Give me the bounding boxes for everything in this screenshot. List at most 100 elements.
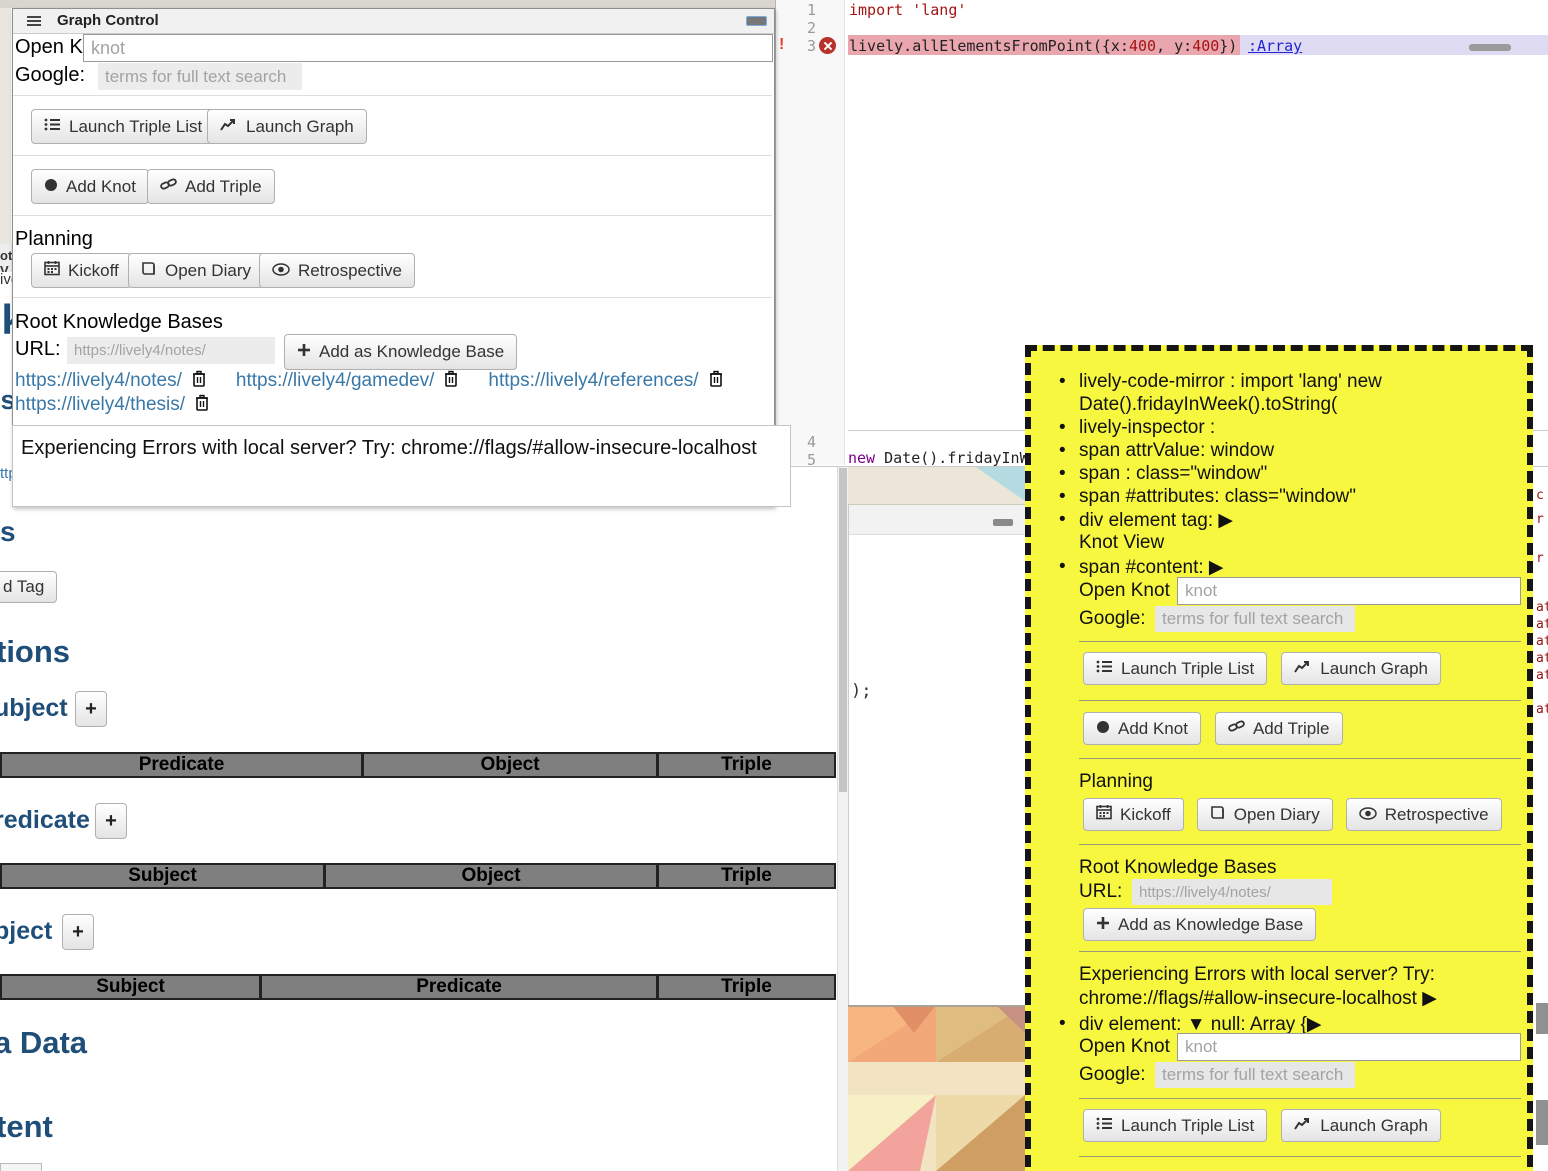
error-icon (819, 37, 836, 54)
heading-predicate: redicate (0, 806, 90, 835)
heading-object: bject (0, 917, 52, 946)
table-header-cell: Predicate (0, 752, 363, 778)
url-input[interactable] (1132, 879, 1332, 905)
annotation-array[interactable]: :Array (1248, 37, 1302, 56)
open-knot-label: Open Knot (1079, 1036, 1170, 1058)
window-titlebar[interactable]: Graph Control (13, 9, 774, 34)
line-number: 5 (792, 451, 816, 469)
probe-overlay: • lively-code-mirror : import 'lang' new… (1025, 345, 1533, 1171)
open-knot-input[interactable] (1177, 1033, 1521, 1061)
add-object-button[interactable]: + (62, 914, 94, 950)
add-knowledge-base-button[interactable]: Add as Knowledge Base (1083, 908, 1316, 941)
google-search-input[interactable] (1155, 606, 1355, 632)
button-sliver (0, 1163, 42, 1171)
probe-error-line1: Experiencing Errors with local server? T… (1079, 964, 1435, 986)
retrospective-button[interactable]: Retrospective (259, 253, 415, 288)
launch-triple-list-button[interactable]: Launch Triple List (1083, 652, 1267, 685)
trash-icon[interactable] (709, 370, 723, 392)
open-knot-input[interactable] (1177, 577, 1521, 605)
kickoff-button[interactable]: Kickoff (1083, 798, 1184, 831)
bullet-icon: • (1059, 1013, 1066, 1035)
book-icon (1210, 805, 1226, 825)
open-knot-input[interactable] (83, 34, 773, 62)
minimize-button-lower[interactable] (993, 519, 1013, 526)
divider (1079, 1098, 1521, 1099)
knowledge-base-link[interactable]: https://lively4/notes/ (15, 370, 182, 392)
table-header-cell: Triple (658, 752, 836, 778)
minimize-button[interactable] (746, 16, 767, 26)
clipped-code-fragment: at (1536, 600, 1548, 615)
knowledge-base-link[interactable]: https://lively4/gamedev/ (236, 370, 435, 392)
add-knot-button[interactable]: Add Knot (31, 169, 149, 204)
open-diary-button[interactable]: Open Diary (128, 253, 264, 288)
knowledge-base-link[interactable]: https://lively4/references/ (488, 370, 698, 392)
right-scrollbar-thumb-1[interactable] (1536, 1003, 1548, 1034)
probe-line-code-mirror: lively-code-mirror : import 'lang' new (1079, 371, 1382, 393)
right-scrollbar-thumb-2[interactable] (1536, 1100, 1548, 1145)
trash-icon[interactable] (192, 370, 206, 392)
clipped-code-fragment: at (1536, 702, 1548, 717)
google-label: Google: (1079, 1064, 1146, 1086)
probe-error-line2[interactable]: chrome://flags/#allow-insecure-localhost… (1079, 987, 1437, 1010)
launch-triple-list-button[interactable]: Launch Triple List (1083, 1109, 1267, 1142)
divider (1079, 951, 1521, 952)
chart-line-icon (1294, 1116, 1312, 1136)
google-label: Google: (15, 64, 85, 87)
add-knowledge-base-button[interactable]: Add as Knowledge Base (284, 334, 517, 370)
divider (13, 215, 772, 216)
circle-icon (44, 177, 58, 197)
bullet-icon: • (1059, 463, 1066, 485)
calendar-icon (1096, 804, 1112, 825)
table-header-cell: Subject (0, 863, 325, 889)
add-subject-button[interactable]: + (75, 691, 107, 727)
page-fragment-s2: s (0, 516, 16, 548)
divider (1079, 641, 1521, 642)
code-line-1[interactable]: import 'lang' (849, 1, 966, 20)
clipped-code-fragment: c (1536, 488, 1544, 503)
planning-heading: Planning (1079, 771, 1153, 793)
triple-table-header: SubjectPredicateTriple (0, 974, 836, 1000)
launch-triple-list-button[interactable]: Launch Triple List (31, 109, 215, 144)
trash-icon[interactable] (444, 370, 458, 392)
mosaic-image (848, 1005, 1025, 1171)
heading-subject: ubject (0, 694, 68, 723)
annotation-scrollbar[interactable] (1469, 44, 1511, 51)
divider (1079, 700, 1521, 701)
divider (13, 155, 772, 156)
launch-graph-button[interactable]: Launch Graph (207, 109, 367, 144)
retrospective-button[interactable]: Retrospective (1346, 798, 1502, 831)
google-search-input[interactable] (1155, 1062, 1355, 1088)
google-search-input[interactable] (98, 63, 302, 90)
trash-icon[interactable] (195, 394, 209, 416)
url-label: URL: (1079, 881, 1122, 903)
add-triple-button[interactable]: Add Triple (147, 169, 275, 204)
link-chain-icon (160, 177, 177, 197)
launch-graph-button[interactable]: Launch Graph (1281, 652, 1441, 685)
code-line-5[interactable]: new Date().fridayInW (848, 449, 1029, 468)
add-knot-button[interactable]: Add Knot (1083, 712, 1201, 745)
launch-graph-button[interactable]: Launch Graph (1281, 1109, 1441, 1142)
add-tag-button[interactable]: d Tag (0, 571, 57, 603)
add-predicate-button[interactable]: + (95, 803, 127, 839)
close-paren-code[interactable]: ); (851, 682, 871, 701)
kickoff-button[interactable]: Kickoff (31, 253, 132, 288)
code-line-3[interactable]: lively.allElementsFromPoint({x:400, y:40… (849, 37, 1237, 56)
probe-line-div-tag[interactable]: div element tag: ▶ (1079, 509, 1233, 532)
knowledge-base-link[interactable]: https://lively4/thesis/ (15, 394, 185, 416)
probe-line-span-attributes: span #attributes: class="window" (1079, 486, 1356, 508)
plus-icon (297, 342, 311, 362)
eye-icon (1359, 805, 1377, 825)
open-diary-button[interactable]: Open Diary (1197, 798, 1333, 831)
probe-line-span-content[interactable]: span #content: ▶ (1079, 556, 1224, 579)
bullet-icon: • (1059, 556, 1066, 578)
probe-line-span-class: span : class="window" (1079, 463, 1267, 485)
page-scrollbar-thumb[interactable] (839, 468, 847, 792)
window-menu-icon[interactable] (27, 16, 41, 26)
heading-meta-data: a Data (0, 1025, 87, 1061)
add-triple-button[interactable]: Add Triple (1215, 712, 1343, 745)
url-input[interactable] (67, 337, 275, 364)
clipped-code-fragment: at (1536, 617, 1548, 632)
heading-content: tent (0, 1109, 53, 1145)
link-chain-icon (1228, 719, 1245, 739)
line-number: 4 (792, 433, 816, 451)
